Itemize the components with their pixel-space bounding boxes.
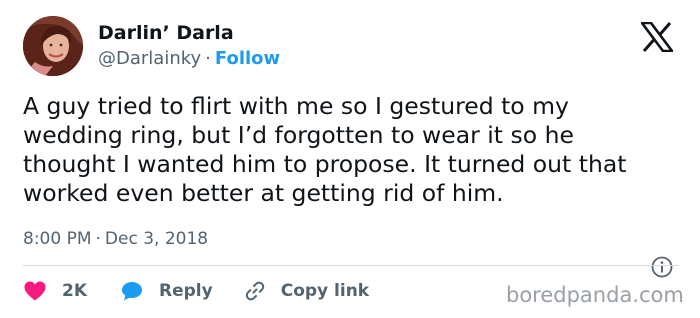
tweet-card: Darlin’ Darla @Darlainky · Follow A guy tr… — [0, 0, 700, 318]
handle-separator: · — [205, 48, 211, 69]
heart-icon — [24, 281, 46, 301]
tweet-time: 8:00 PM — [23, 229, 92, 249]
avatar[interactable] — [23, 16, 83, 76]
watermark: boredpanda.com — [506, 283, 684, 307]
tweet-date: Dec 3, 2018 — [104, 229, 209, 249]
link-icon — [245, 281, 264, 301]
tweet-text: A guy tried to flirt with me so I gestur… — [23, 92, 627, 207]
action-bar: 2K Reply Copy link — [23, 277, 369, 305]
like-count: 2K — [62, 281, 88, 301]
like-button[interactable]: 2K — [23, 279, 87, 303]
timestamp-separator: · — [95, 229, 101, 249]
x-logo-icon[interactable] — [641, 22, 673, 52]
author-name[interactable]: Darlin’ Darla — [98, 22, 234, 44]
copy-link-label: Copy link — [280, 281, 370, 301]
avatar-photo — [23, 16, 83, 76]
divider — [23, 265, 678, 266]
reply-label: Reply — [159, 281, 213, 301]
reply-button[interactable]: Reply — [120, 279, 213, 303]
author-handle[interactable]: @Darlainky — [98, 48, 201, 69]
author-handle-row: @Darlainky · Follow — [98, 48, 280, 69]
follow-button[interactable]: Follow — [215, 48, 280, 69]
info-icon[interactable] — [651, 256, 673, 278]
tweet-timestamp[interactable]: 8:00 PM · Dec 3, 2018 — [23, 229, 208, 249]
speech-bubble-icon — [122, 282, 143, 301]
copy-link-button[interactable]: Copy link — [243, 279, 369, 303]
